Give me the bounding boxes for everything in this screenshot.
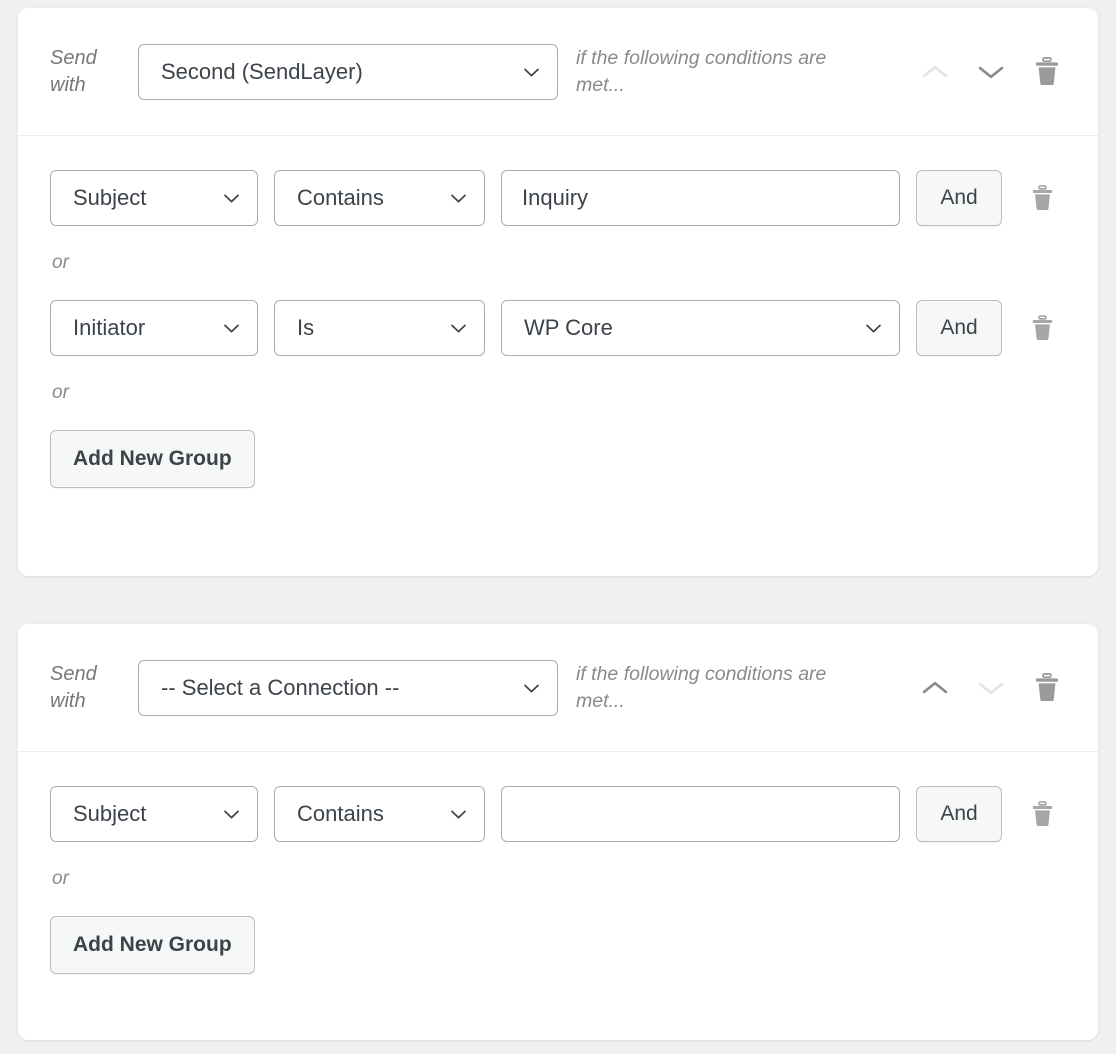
rule-and-wrapper: And [916, 170, 1002, 226]
move-down-button-0[interactable] [974, 55, 1008, 89]
rule-delete-wrapper [1022, 181, 1062, 215]
connection-select-wrapper-0: Second (SendLayer) [138, 43, 558, 100]
add-new-group-button[interactable]: Add New Group [50, 430, 255, 488]
rule-operator-select[interactable]: Contains [274, 786, 485, 842]
conditional-logic-page: Send with Second (SendLayer) if the foll… [0, 0, 1116, 1054]
conditions-note-1: if the following conditions are met... [576, 662, 827, 712]
rule-value-wrapper [501, 786, 900, 842]
connection-select-value-0: Second (SendLayer) [161, 58, 363, 84]
rule-operator-wrapper: Is [274, 300, 485, 356]
chevron-down-icon [451, 194, 466, 203]
rule-operator-value: Contains [297, 185, 384, 210]
delete-connection-button-0[interactable] [1030, 55, 1064, 89]
or-separator: or [52, 868, 69, 889]
rule-field-wrapper: Subject [50, 170, 258, 226]
trash-icon [1034, 57, 1060, 86]
connection-select-0[interactable]: Second (SendLayer) [138, 43, 558, 100]
trash-icon [1031, 801, 1054, 827]
or-separator: or [52, 382, 69, 403]
rule-operator-value: Contains [297, 801, 384, 826]
connection-select-value-1: -- Select a Connection -- [161, 674, 400, 700]
chevron-down-icon [524, 68, 539, 77]
delete-rule-button[interactable] [1025, 797, 1059, 831]
rule-value-select[interactable]: WP Core [501, 300, 900, 356]
rule-operator-select[interactable]: Is [274, 300, 485, 356]
move-up-button-0[interactable] [918, 55, 952, 89]
delete-rule-button[interactable] [1025, 181, 1059, 215]
chevron-down-icon [978, 680, 1004, 696]
add-new-group-button[interactable]: Add New Group [50, 916, 255, 974]
rule-operator-wrapper: Contains [274, 170, 485, 226]
rule-field-wrapper: Initiator [50, 300, 258, 356]
connection-body-1: Subject Contains And or Add New Group [18, 752, 1098, 1012]
delete-connection-button-1[interactable] [1030, 671, 1064, 705]
add-and-condition-button[interactable]: And [916, 170, 1002, 226]
conditions-note-0: if the following conditions are met... [576, 46, 827, 96]
rule-operator-select[interactable]: Contains [274, 170, 485, 226]
delete-rule-button[interactable] [1025, 311, 1059, 345]
rule-value-selected: WP Core [524, 315, 613, 340]
connection-card-0: Send with Second (SendLayer) if the foll… [18, 8, 1098, 576]
chevron-down-icon [224, 194, 239, 203]
add-and-condition-button[interactable]: And [916, 300, 1002, 356]
connection-header-0: Send with Second (SendLayer) if the foll… [18, 8, 1098, 136]
rule-delete-wrapper [1022, 797, 1062, 831]
rule-and-wrapper: And [916, 300, 1002, 356]
rule-field-value: Subject [73, 801, 147, 826]
chevron-down-icon [866, 324, 881, 333]
send-with-label-0: Send with [50, 46, 97, 96]
rule-value-wrapper: WP Core [501, 300, 900, 356]
rule-field-select[interactable]: Initiator [50, 300, 258, 356]
connection-body-0: Subject Contains Inquiry And or Initiato… [18, 136, 1098, 526]
add-and-condition-button[interactable]: And [916, 786, 1002, 842]
move-up-button-1[interactable] [918, 671, 952, 705]
move-down-button-1[interactable] [974, 671, 1008, 705]
connection-card-1: Send with -- Select a Connection -- if t… [18, 624, 1098, 1040]
chevron-down-icon [524, 684, 539, 693]
rule-value-input[interactable] [501, 786, 900, 842]
rule-field-value: Subject [73, 185, 147, 210]
chevron-down-icon [451, 324, 466, 333]
rule-value-input[interactable] [501, 170, 900, 226]
chevron-up-icon [922, 680, 948, 696]
rule-field-select[interactable]: Subject [50, 786, 258, 842]
chevron-down-icon [224, 324, 239, 333]
trash-icon [1034, 673, 1060, 702]
rule-row: Subject Contains [50, 786, 1068, 842]
header-actions-0 [918, 55, 1068, 89]
chevron-down-icon [224, 810, 239, 819]
rule-field-value: Initiator [73, 315, 146, 340]
rule-row: Initiator Is WP Core And [50, 300, 1068, 356]
rule-operator-wrapper: Contains [274, 786, 485, 842]
rule-and-wrapper: And [916, 786, 1002, 842]
header-actions-1 [918, 671, 1068, 705]
rule-value-wrapper [501, 170, 900, 226]
rule-field-wrapper: Subject [50, 786, 258, 842]
chevron-down-icon [978, 64, 1004, 80]
send-with-label-1: Send with [50, 662, 97, 712]
connection-select-wrapper-1: -- Select a Connection -- [138, 659, 558, 716]
trash-icon [1031, 315, 1054, 341]
rule-delete-wrapper [1022, 311, 1062, 345]
chevron-down-icon [451, 810, 466, 819]
chevron-up-icon [922, 64, 948, 80]
rule-field-select[interactable]: Subject [50, 170, 258, 226]
rule-row: Subject Contains [50, 170, 1068, 226]
rule-operator-value: Is [297, 315, 315, 340]
trash-icon [1031, 185, 1054, 211]
connection-header-1: Send with -- Select a Connection -- if t… [18, 624, 1098, 752]
or-separator: or [52, 252, 69, 273]
connection-select-1[interactable]: -- Select a Connection -- [138, 659, 558, 716]
